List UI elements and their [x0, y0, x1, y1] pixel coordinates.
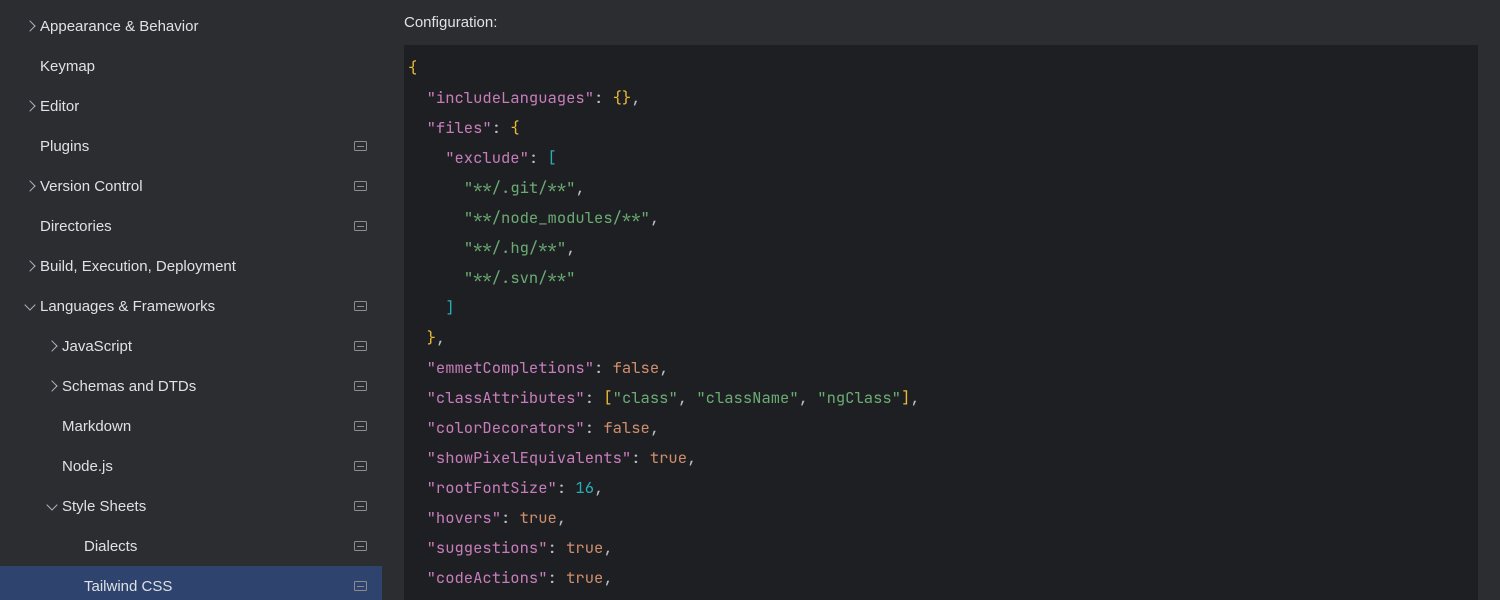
project-scope-icon — [346, 301, 374, 311]
code-line: }, — [408, 323, 1474, 353]
sidebar-item-directories[interactable]: Directories — [0, 206, 382, 246]
project-scope-icon — [346, 381, 374, 391]
project-scope-icon — [346, 541, 374, 551]
sidebar-item-keymap[interactable]: Keymap — [0, 46, 382, 86]
sidebar-item-label: Languages & Frameworks — [40, 298, 346, 315]
sidebar-item-version-control[interactable]: Version Control — [0, 166, 382, 206]
chevron-right-icon — [20, 102, 40, 110]
chevron-right-icon — [42, 342, 62, 350]
sidebar-item-label: Appearance & Behavior — [40, 18, 346, 35]
project-scope-icon — [346, 181, 374, 191]
sidebar-item-label: Directories — [40, 218, 346, 235]
chevron-right-icon — [20, 262, 40, 270]
project-scope-icon — [346, 141, 374, 151]
settings-sidebar: Appearance & Behavior Keymap Editor Plugins… — [0, 0, 382, 600]
code-line: "**/.svn/**" — [408, 263, 1474, 293]
code-line: "rootFontSize": 16, — [408, 473, 1474, 503]
sidebar-item-languages-frameworks[interactable]: Languages & Frameworks — [0, 286, 382, 326]
sidebar-item-schemas-and-dtds[interactable]: Schemas and DTDs — [0, 366, 382, 406]
chevron-right-icon — [42, 382, 62, 390]
sidebar-item-tailwind-css[interactable]: Tailwind CSS — [0, 566, 382, 600]
sidebar-item-style-sheets[interactable]: Style Sheets — [0, 486, 382, 526]
code-line: "files": { — [408, 113, 1474, 143]
sidebar-item-label: Style Sheets — [62, 498, 346, 515]
sidebar-item-plugins[interactable]: Plugins — [0, 126, 382, 166]
sidebar-item-appearance-behavior[interactable]: Appearance & Behavior — [0, 6, 382, 46]
sidebar-item-label: Markdown — [62, 418, 346, 435]
sidebar-item-markdown[interactable]: Markdown — [0, 406, 382, 446]
sidebar-item-label: Version Control — [40, 178, 346, 195]
configuration-label: Configuration: — [404, 14, 1478, 31]
sidebar-item-label: Build, Execution, Deployment — [40, 258, 346, 275]
sidebar-item-label: Plugins — [40, 138, 346, 155]
sidebar-item-editor[interactable]: Editor — [0, 86, 382, 126]
chevron-right-icon — [20, 22, 40, 30]
code-line: "suggestions": true, — [408, 533, 1474, 563]
code-line: "colorDecorators": false, — [408, 413, 1474, 443]
project-scope-icon — [346, 421, 374, 431]
sidebar-item-dialects[interactable]: Dialects — [0, 526, 382, 566]
code-line: "hovers": true, — [408, 503, 1474, 533]
chevron-down-icon — [20, 304, 40, 309]
code-line: "**/node_modules/**", — [408, 203, 1474, 233]
sidebar-item-label: Tailwind CSS — [84, 578, 346, 595]
code-line: ] — [408, 293, 1474, 323]
code-line: { — [408, 53, 1474, 83]
chevron-down-icon — [42, 504, 62, 509]
sidebar-item-label: Editor — [40, 98, 346, 115]
code-line: "**/.hg/**", — [408, 233, 1474, 263]
code-line: "showPixelEquivalents": true, — [408, 443, 1474, 473]
code-line: "classAttributes": ["class", "className"… — [408, 383, 1474, 413]
sidebar-item-label: Dialects — [84, 538, 346, 555]
sidebar-item-label: JavaScript — [62, 338, 346, 355]
project-scope-icon — [346, 501, 374, 511]
project-scope-icon — [346, 341, 374, 351]
sidebar-item-javascript[interactable]: JavaScript — [0, 326, 382, 366]
sidebar-item-label: Schemas and DTDs — [62, 378, 346, 395]
project-scope-icon — [346, 581, 374, 591]
main-panel: Configuration: { "includeLanguages": {},… — [382, 0, 1500, 600]
configuration-editor[interactable]: { "includeLanguages": {}, "files": { "ex… — [404, 45, 1478, 600]
project-scope-icon — [346, 221, 374, 231]
code-line: "includeLanguages": {}, — [408, 83, 1474, 113]
sidebar-item-nodejs[interactable]: Node.js — [0, 446, 382, 486]
sidebar-item-label: Node.js — [62, 458, 346, 475]
project-scope-icon — [346, 461, 374, 471]
chevron-right-icon — [20, 182, 40, 190]
sidebar-item-build-execution-deployment[interactable]: Build, Execution, Deployment — [0, 246, 382, 286]
code-line: "**/.git/**", — [408, 173, 1474, 203]
sidebar-item-label: Keymap — [40, 58, 346, 75]
code-line: "codeActions": true, — [408, 563, 1474, 593]
code-line: "exclude": [ — [408, 143, 1474, 173]
code-line: "emmetCompletions": false, — [408, 353, 1474, 383]
